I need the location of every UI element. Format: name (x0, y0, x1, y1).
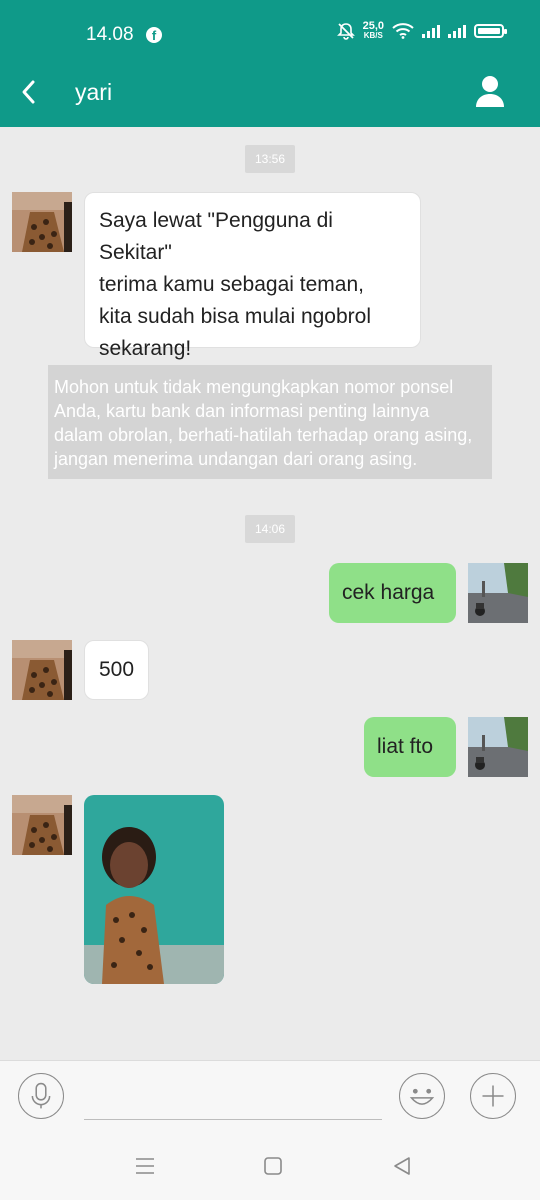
message-bubble-outgoing[interactable]: liat fto (364, 717, 456, 777)
signal-icon (448, 24, 466, 38)
contact-avatar[interactable] (12, 795, 72, 855)
message-line: Saya lewat "Pengguna di Sekitar" (99, 209, 333, 264)
microphone-icon[interactable] (18, 1073, 64, 1119)
user-avatar[interactable] (468, 717, 528, 777)
message-line: kita sudah bisa mulai ngobrol (99, 305, 371, 328)
safety-notice: Mohon untuk tidak mengungkapkan nomor po… (48, 365, 492, 479)
system-nav-bar (0, 1134, 540, 1200)
back-icon[interactable] (391, 1156, 413, 1176)
user-avatar[interactable] (468, 563, 528, 623)
app-bar: 14.08 f 25,0 KB/S yari (0, 0, 540, 127)
message-input[interactable] (84, 1119, 382, 1120)
message-text: 500 (99, 658, 135, 681)
notice-line: Anda, kartu bank dan informasi penting l… (54, 401, 430, 421)
notice-line: Mohon untuk tidak mengungkapkan nomor po… (54, 377, 454, 397)
signal-icon (422, 24, 440, 38)
home-icon[interactable] (263, 1156, 283, 1176)
net-speed: 25,0 KB/S (362, 20, 384, 41)
message-text: liat fto (377, 735, 434, 758)
contact-avatar[interactable] (12, 640, 72, 700)
message-text: cek harga (342, 581, 435, 604)
facebook-icon: f (146, 27, 162, 43)
net-speed-value: 25,0 (362, 20, 384, 32)
notice-line: jangan menerima undangan dari orang asin… (54, 449, 418, 469)
message-bubble-incoming[interactable]: 500 (84, 640, 149, 700)
status-time: 14.08 (86, 24, 134, 45)
chat-header: yari (0, 60, 540, 127)
plus-icon[interactable] (470, 1073, 516, 1119)
timestamp: 13:56 (245, 145, 296, 173)
net-speed-unit: KB/S (363, 31, 383, 40)
input-bar (0, 1060, 540, 1135)
message-line: terima kamu sebagai teman, (99, 273, 364, 296)
menu-icon[interactable] (134, 1156, 156, 1176)
notice-line: dalam obrolan, berhati-hatilah terhadap … (54, 425, 473, 445)
message-line: sekarang! (99, 337, 192, 360)
emoji-icon[interactable] (399, 1073, 445, 1119)
contact-avatar[interactable] (12, 192, 72, 252)
chat-title: yari (75, 79, 113, 105)
message-bubble-incoming[interactable]: Saya lewat "Pengguna di Sekitar" terima … (84, 192, 421, 360)
back-arrow-icon[interactable] (16, 76, 44, 108)
mute-icon (336, 23, 355, 40)
timestamp: 14:06 (245, 515, 296, 543)
profile-icon[interactable] (474, 74, 506, 108)
chat-screen: 14.08 f 25,0 KB/S yari 13:56 Saya lewat … (0, 0, 540, 1200)
wifi-icon (392, 23, 414, 39)
battery-icon (474, 24, 507, 38)
photo-message[interactable] (84, 795, 224, 984)
message-bubble-outgoing[interactable]: cek harga (329, 563, 456, 623)
